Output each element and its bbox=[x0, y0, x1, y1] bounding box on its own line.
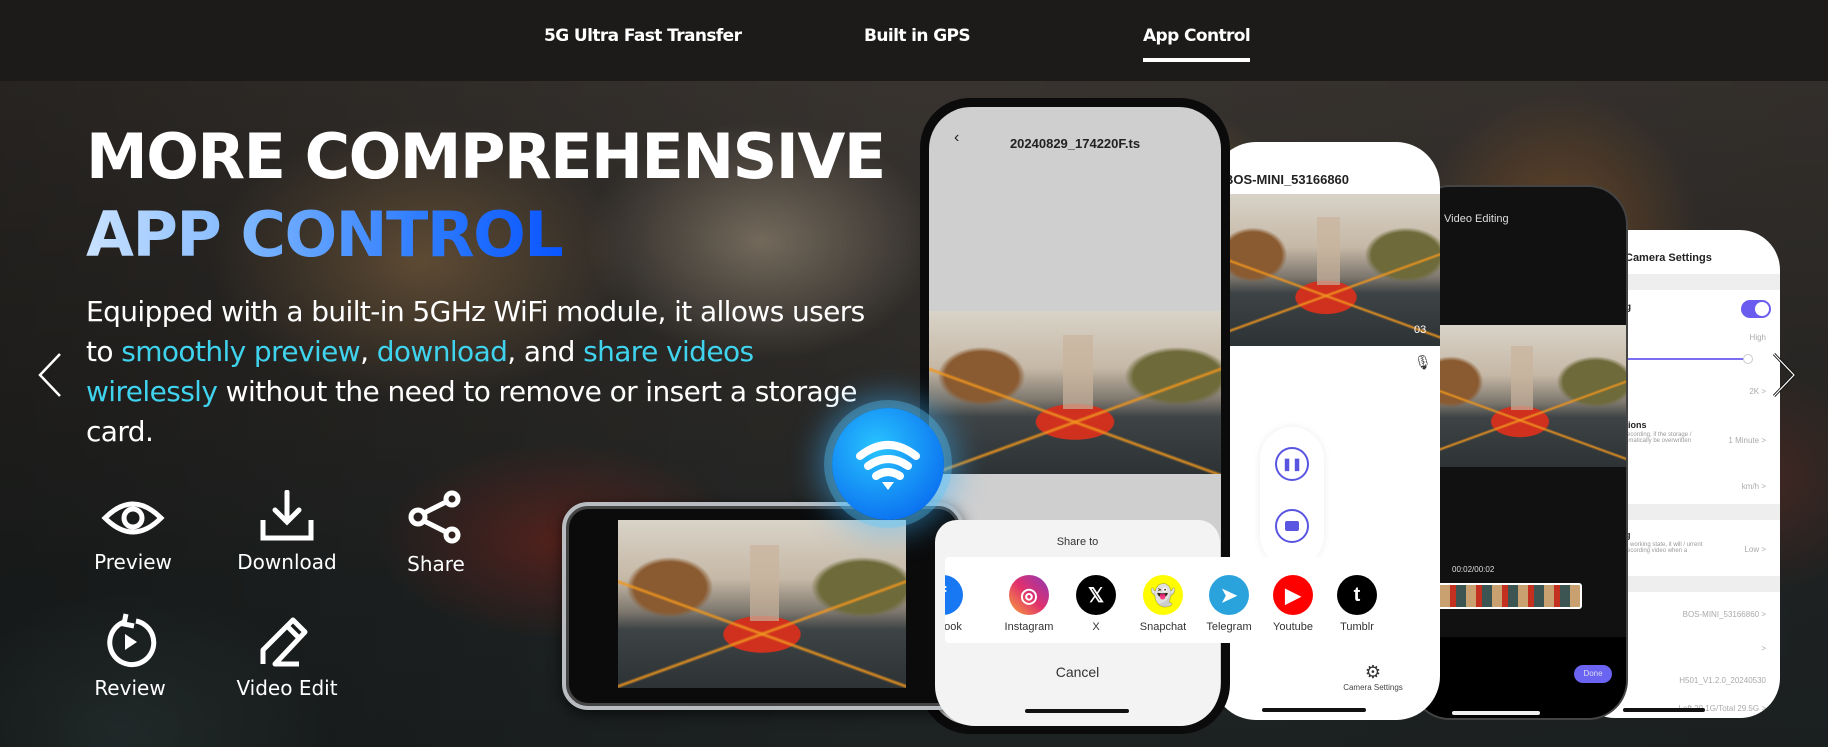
tab-5g-ultra-fast-transfer[interactable]: 5G Ultra Fast Transfer bbox=[544, 26, 742, 46]
feature-download: Download bbox=[217, 490, 357, 574]
snapchat-icon[interactable]: 👻 bbox=[1143, 575, 1183, 615]
setting-value: > bbox=[1761, 644, 1766, 653]
cancel-button[interactable]: Cancel bbox=[935, 664, 1220, 680]
home-indicator bbox=[1262, 708, 1366, 712]
share-label: Snapchat bbox=[1139, 621, 1187, 633]
gear-icon: ⚙ bbox=[1364, 662, 1382, 682]
setting-value: BOS-MINI_53166860 > bbox=[1682, 610, 1766, 619]
phone-video-editing: Video Editing 00:02/00:02 Done bbox=[1410, 185, 1628, 720]
edit-title: Video Editing bbox=[1444, 213, 1509, 225]
desc-text: , and bbox=[507, 335, 584, 368]
desc-highlight-preview: smoothly preview bbox=[121, 335, 361, 368]
tab-app-control[interactable]: App Control bbox=[1143, 26, 1251, 62]
feature-tab-bar: 5G Ultra Fast Transfer Built in GPS App … bbox=[0, 0, 1828, 81]
tumblr-icon[interactable]: t bbox=[1337, 575, 1377, 615]
feature-review: Review bbox=[60, 612, 200, 700]
home-indicator bbox=[1623, 708, 1705, 712]
toggle-switch[interactable] bbox=[1741, 300, 1771, 318]
feature-label: Preview bbox=[94, 550, 172, 574]
feature-label: Video Edit bbox=[236, 676, 338, 700]
setting-value: H501_V1.2.0_20240530 bbox=[1679, 676, 1766, 685]
wifi-icon bbox=[856, 441, 920, 490]
video-preview bbox=[1412, 325, 1626, 467]
facebook-icon[interactable]: f bbox=[945, 575, 963, 615]
eye-icon bbox=[101, 501, 165, 535]
microphone-icon[interactable]: 🎙 bbox=[1414, 354, 1432, 371]
instagram-icon[interactable]: ◎ bbox=[1009, 575, 1049, 615]
chevron-left-icon[interactable] bbox=[36, 350, 66, 400]
telegram-icon[interactable]: ➤ bbox=[1209, 575, 1249, 615]
home-indicator bbox=[1452, 711, 1540, 715]
youtube-icon[interactable]: ▶ bbox=[1273, 575, 1313, 615]
share-targets-row: f book ◎ Instagram 𝕏 X 👻 Snapchat ➤ Tele… bbox=[945, 557, 1385, 643]
feature-label: Share bbox=[407, 552, 465, 576]
camera-icon[interactable] bbox=[1275, 509, 1309, 543]
bottom-tab-label: Camera Settings bbox=[1343, 683, 1403, 692]
feature-video-edit: Video Edit bbox=[217, 616, 357, 700]
pencil-icon bbox=[260, 617, 308, 667]
share-label: Youtube bbox=[1273, 621, 1313, 633]
download-icon bbox=[260, 490, 314, 541]
settings-title: Camera Settings bbox=[1625, 252, 1712, 264]
dashcam-screen bbox=[618, 520, 906, 688]
setting-value: Low > bbox=[1744, 545, 1766, 554]
share-label: book bbox=[945, 621, 962, 633]
app-control-banner: 5G Ultra Fast Transfer Built in GPS App … bbox=[0, 0, 1828, 747]
chevron-right-icon[interactable] bbox=[1768, 350, 1798, 400]
timecode: 00:02/00:02 bbox=[1452, 565, 1495, 574]
replay-icon bbox=[107, 613, 157, 668]
setting-label: tions bbox=[1625, 420, 1647, 430]
share-label: X bbox=[1092, 621, 1100, 633]
tab-built-in-gps[interactable]: Built in GPS bbox=[864, 26, 971, 46]
share-label: Instagram bbox=[1004, 621, 1054, 633]
desc-text: , bbox=[360, 335, 377, 368]
file-name: 20240829_174220F.ts bbox=[1009, 136, 1141, 151]
feature-label: Download bbox=[237, 550, 337, 574]
setting-subtext: n working state, it will / urrent record… bbox=[1625, 542, 1703, 554]
wifi-badge bbox=[832, 408, 944, 520]
bottom-tab-camera-settings[interactable]: ⚙ Camera Settings bbox=[1338, 662, 1408, 692]
desc-highlight-download: download bbox=[376, 335, 508, 368]
feature-preview: Preview bbox=[63, 494, 203, 574]
setting-subtext: recording, if the storage / omatically b… bbox=[1625, 432, 1692, 444]
headline-line-2: APP CONTROL bbox=[86, 198, 564, 271]
done-button[interactable]: Done bbox=[1574, 665, 1612, 683]
lens-badge: 03 bbox=[1414, 324, 1427, 336]
feature-share: Share bbox=[366, 490, 506, 576]
playback-video bbox=[929, 311, 1221, 474]
x-twitter-icon[interactable]: 𝕏 bbox=[1076, 575, 1116, 615]
home-indicator bbox=[1025, 709, 1129, 713]
device-name: BOS-MINI_53166860 bbox=[1224, 172, 1350, 187]
control-pill: ❚❚ bbox=[1260, 427, 1324, 567]
pause-icon[interactable]: ❚❚ bbox=[1275, 447, 1309, 481]
headline-line-1: MORE COMPREHENSIVE bbox=[86, 120, 886, 193]
setting-value: 2K > bbox=[1749, 387, 1766, 396]
share-label: Telegram bbox=[1206, 621, 1252, 633]
share-title: Share to bbox=[1056, 536, 1099, 548]
setting-value: km/h > bbox=[1741, 482, 1766, 491]
setting-value: 1 Minute > bbox=[1728, 436, 1766, 445]
live-preview bbox=[1212, 194, 1440, 346]
share-label: Tumblr bbox=[1340, 621, 1374, 633]
description-text: Equipped with a built-in 5GHz WiFi modul… bbox=[86, 292, 886, 452]
setting-value: High bbox=[1749, 333, 1766, 342]
feature-label: Review bbox=[94, 676, 166, 700]
slider-thumb[interactable] bbox=[1743, 354, 1753, 364]
dashcam-device bbox=[562, 502, 964, 710]
share-icon bbox=[408, 490, 461, 544]
